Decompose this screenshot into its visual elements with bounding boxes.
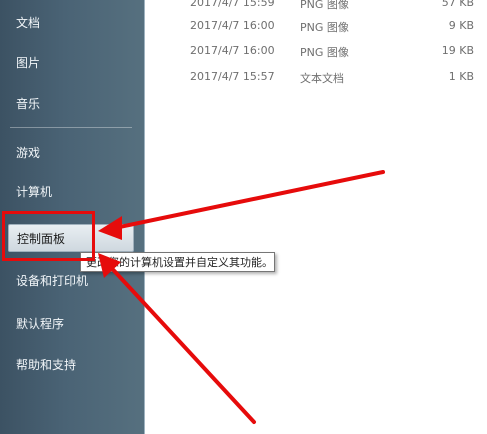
arrow-lower (104, 260, 256, 424)
annotation-arrows (98, 170, 385, 424)
arrow-upper-head (98, 216, 122, 240)
arrow-upper (108, 170, 385, 231)
